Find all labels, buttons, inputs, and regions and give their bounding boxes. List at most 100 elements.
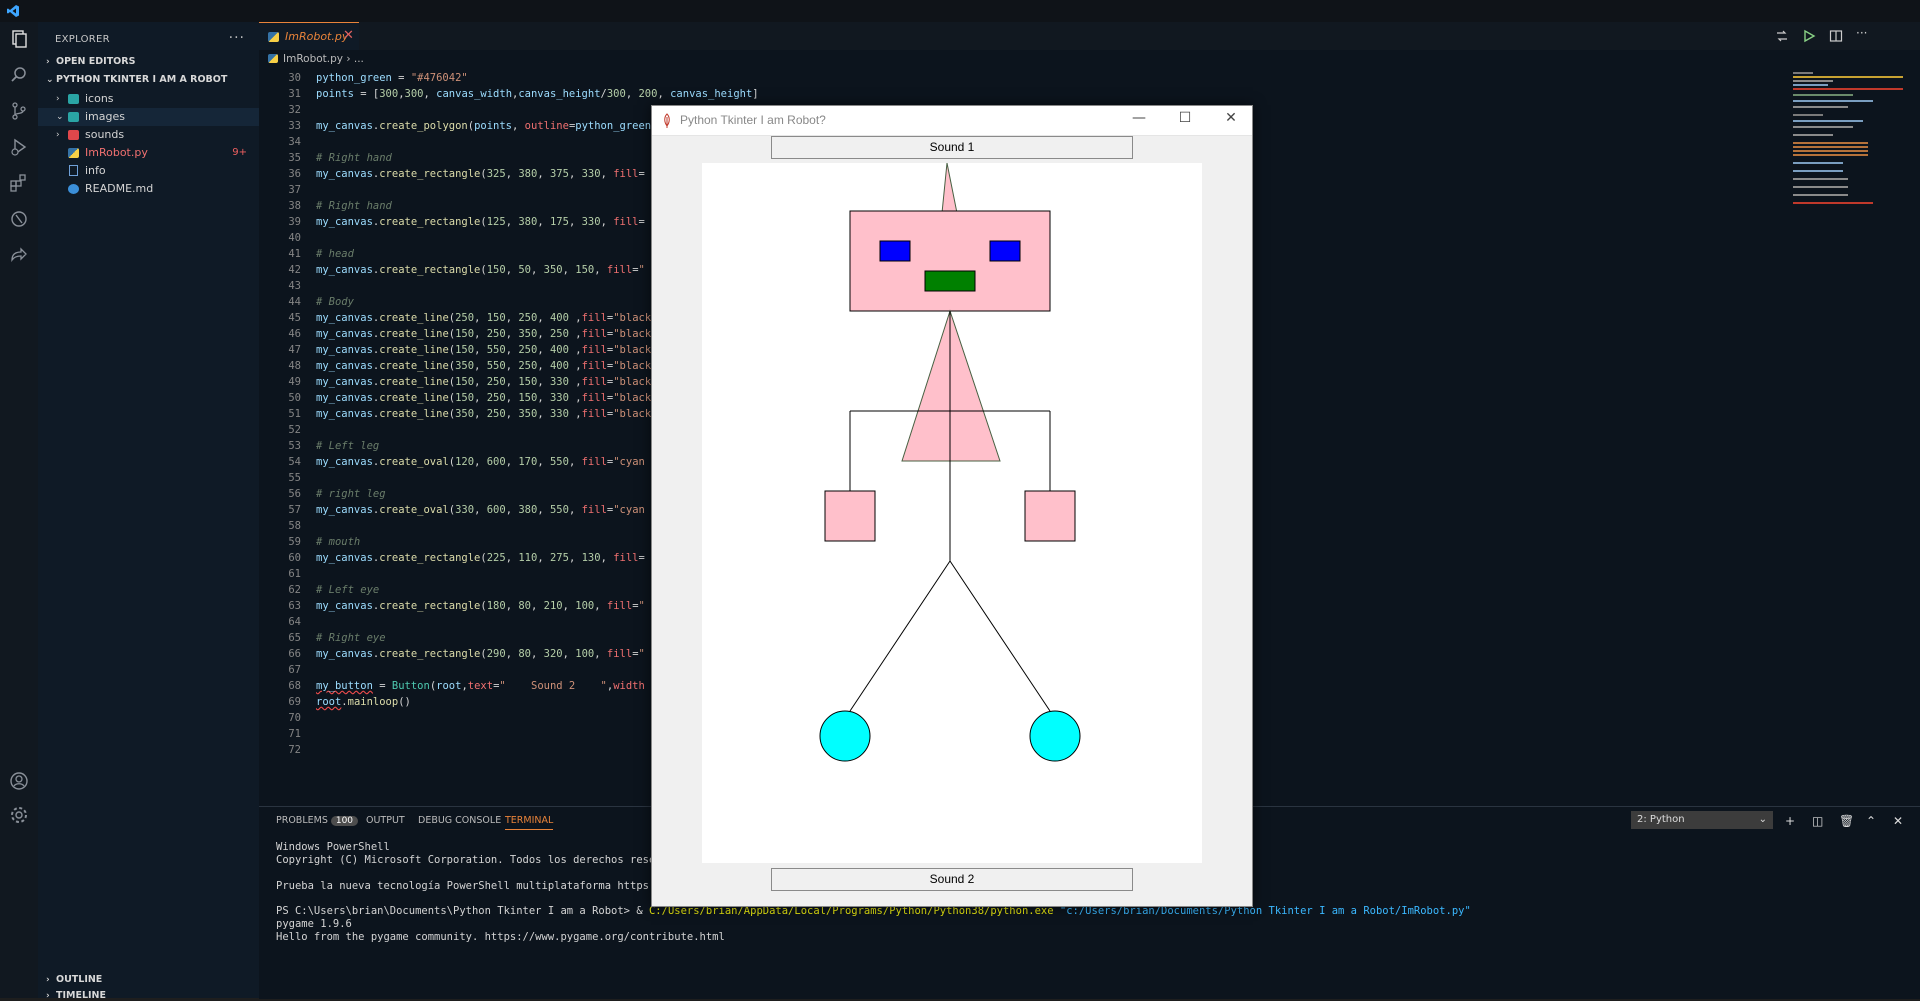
python-icon <box>268 54 278 63</box>
code-line: my_canvas.create_line(350, 250, 350, 330… <box>316 408 652 420</box>
explorer-title: EXPLORER <box>55 34 110 45</box>
tree-item-imrobot-py[interactable]: ImRobot.py 9+ <box>38 144 259 162</box>
line-number: 50 <box>288 392 301 404</box>
tree-item-info[interactable]: info <box>38 162 259 180</box>
breadcrumb-path[interactable]: ImRobot.py › ... <box>283 53 364 65</box>
live-share-icon[interactable] <box>8 244 30 266</box>
line-number: 72 <box>288 744 301 756</box>
tree-item-label: sounds <box>85 128 125 141</box>
folder-icon <box>68 130 79 140</box>
code-line: python_green = "#476042" <box>316 72 468 84</box>
robot-body-polygon <box>901 309 1001 462</box>
tab-problems[interactable]: PROBLEMS 100 <box>276 815 359 826</box>
tk-titlebar[interactable]: Python Tkinter I am Robot? — ☐ ✕ <box>652 106 1252 136</box>
line-number: 64 <box>288 616 301 628</box>
close-panel-icon[interactable]: ✕ <box>1893 814 1903 828</box>
tree-item-label: README.md <box>85 182 154 195</box>
settings-gear-icon[interactable] <box>8 804 30 826</box>
maximize-icon[interactable]: ☐ <box>1170 110 1200 126</box>
chevron-down-icon: ⌄ <box>56 112 64 122</box>
vscode-logo-icon <box>7 5 19 17</box>
chevron-up-icon[interactable]: ⌃ <box>1866 814 1876 828</box>
account-icon[interactable] <box>8 770 30 792</box>
close-icon[interactable]: ✕ <box>1216 110 1246 126</box>
line-number: 32 <box>288 104 301 116</box>
folder-section[interactable]: ⌄ PYTHON TKINTER I AM A ROBOT <box>46 74 227 85</box>
chevron-right-icon: › <box>46 991 50 1001</box>
window-titlebar <box>0 0 1920 22</box>
file-icon <box>69 165 78 176</box>
code-comment: # right leg <box>316 488 386 500</box>
tree-item-sounds[interactable]: › sounds <box>38 126 259 144</box>
python-icon <box>268 32 279 42</box>
line-number: 56 <box>288 488 301 500</box>
sound-2-button[interactable]: Sound 2 <box>771 868 1133 891</box>
chevron-right-icon: › <box>46 975 50 985</box>
tab-imrobot-py[interactable]: ImRobot.py ✕ <box>259 22 359 51</box>
robot-mouth <box>924 270 976 292</box>
line-number: 45 <box>288 312 301 324</box>
code-line: my_canvas.create_oval(120, 600, 170, 550… <box>316 456 645 468</box>
tab-problems-label: PROBLEMS <box>276 815 328 826</box>
line-number: 60 <box>288 552 301 564</box>
tree-item-label: ImRobot.py <box>85 146 148 159</box>
line-number: 54 <box>288 456 301 468</box>
code-comment: # Left leg <box>316 440 380 452</box>
line-number: 44 <box>288 296 301 308</box>
tree-item-icons[interactable]: › icons <box>38 90 259 108</box>
open-editors-label: OPEN EDITORS <box>56 56 136 67</box>
code-line: my_canvas.create_line(150, 250, 350, 250… <box>316 328 652 340</box>
source-control-icon[interactable] <box>8 100 30 122</box>
terminal-line: pygame 1.9.6 <box>276 918 352 930</box>
line-number: 70 <box>288 712 301 724</box>
tab-output[interactable]: OUTPUT <box>366 815 405 826</box>
code-comment: # head <box>316 248 354 260</box>
tab-debug-console[interactable]: DEBUG CONSOLE <box>418 815 501 826</box>
terminal-line: Copyright (C) Microsoft Corporation. Tod… <box>276 854 675 866</box>
split-editor-icon[interactable] <box>1829 29 1843 43</box>
line-number: 62 <box>288 584 301 596</box>
code-line: my_canvas.create_line(150, 250, 150, 330… <box>316 392 652 404</box>
line-number: 42 <box>288 264 301 276</box>
robot-right-eye <box>989 240 1021 262</box>
timeline-git-icon[interactable] <box>8 208 30 230</box>
robot-right-foot <box>1029 710 1081 762</box>
folder-icon <box>68 112 79 122</box>
run-debug-icon[interactable] <box>8 136 30 158</box>
timeline-section[interactable]: › TIMELINE <box>46 990 106 1001</box>
more-actions-icon[interactable]: ··· <box>229 30 245 46</box>
outline-section[interactable]: › OUTLINE <box>46 974 102 985</box>
minimap[interactable] <box>1793 70 1913 220</box>
explorer-sidebar: EXPLORER ··· › OPEN EDITORS ⌄ PYTHON TKINT… <box>38 22 259 1001</box>
code-line: my_canvas.create_rectangle(225, 110, 275… <box>316 552 645 564</box>
tab-terminal[interactable]: TERMINAL <box>505 815 554 830</box>
search-icon[interactable] <box>8 64 30 86</box>
trash-icon[interactable]: 🗑 <box>1839 814 1854 828</box>
tree-item-label: images <box>85 110 125 123</box>
line-number: 47 <box>288 344 301 356</box>
chevron-right-icon: › <box>56 94 60 104</box>
new-terminal-icon[interactable]: + <box>1785 814 1795 828</box>
compare-changes-icon[interactable] <box>1775 29 1789 43</box>
terminal-select[interactable]: 2: Python ⌄ <box>1631 811 1773 829</box>
editor-tab-bar: ImRobot.py ✕ ··· <box>259 22 1920 51</box>
chevron-down-icon: ⌄ <box>46 75 54 85</box>
info-icon <box>68 184 79 194</box>
open-editors-section[interactable]: › OPEN EDITORS <box>46 56 135 67</box>
sound-1-button[interactable]: Sound 1 <box>771 136 1133 159</box>
tree-item-images[interactable]: ⌄ images <box>38 108 259 126</box>
line-number: 53 <box>288 440 301 452</box>
tree-item-readme[interactable]: README.md <box>38 180 259 198</box>
close-icon[interactable]: ✕ <box>343 28 354 43</box>
minimize-icon[interactable]: — <box>1124 110 1154 126</box>
more-actions-icon[interactable]: ··· <box>1856 26 1870 40</box>
run-python-icon[interactable] <box>1802 29 1816 43</box>
tree-item-label: info <box>85 164 106 177</box>
tkinter-window[interactable]: Python Tkinter I am Robot? — ☐ ✕ Sound 1 <box>651 105 1253 907</box>
code-line: points = [300,300, canvas_width,canvas_h… <box>316 88 759 100</box>
explorer-icon[interactable] <box>8 28 30 50</box>
split-terminal-icon[interactable]: ◫ <box>1812 814 1823 828</box>
line-number: 48 <box>288 360 301 372</box>
robot-left-leg-line <box>849 560 951 712</box>
extensions-icon[interactable] <box>8 172 30 194</box>
